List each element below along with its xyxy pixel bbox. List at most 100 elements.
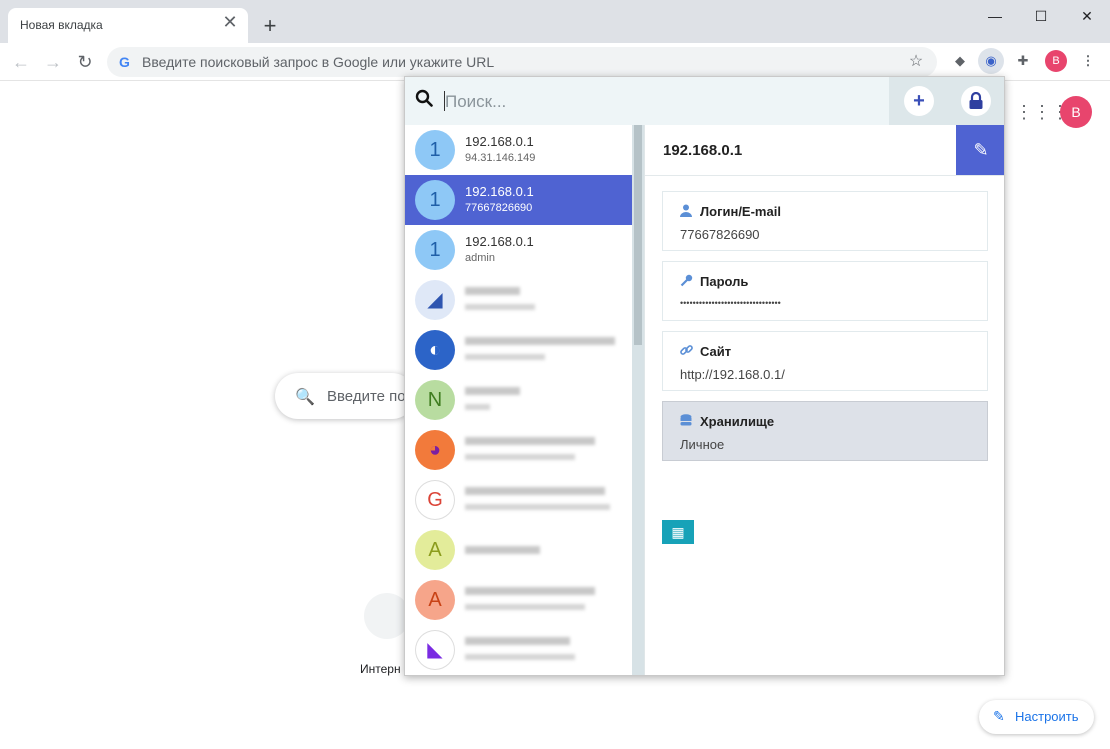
google-logo-icon: G [415,480,455,520]
blurred-title [465,287,520,295]
vault-item-list: 1 192.168.0.1 94.31.146.149 1 192.168.0.… [405,125,632,675]
item-title: 192.168.0.1 [465,134,534,149]
extensions-puzzle-icon[interactable]: ✚ [1010,48,1036,74]
database-icon [680,414,694,430]
item-letter-icon: A [415,580,455,620]
customize-button[interactable]: ✎ Настроить [979,700,1094,734]
user-icon [680,204,694,220]
google-search-box[interactable]: 🔍 Введите пои [275,373,415,419]
close-tab-icon[interactable]: ✕ [220,12,240,32]
title-bar: Новая вкладка ✕ + — ☐ ✕ [0,0,1110,43]
maximize-button[interactable]: ☐ [1018,0,1064,32]
edit-button[interactable]: ✎ [956,125,1004,175]
blurred-subtitle [465,304,535,310]
item-letter-icon: N [415,380,455,420]
blurred-subtitle [465,654,575,660]
list-item[interactable]: A [405,575,632,625]
profile-avatar-small[interactable]: B [1045,50,1067,72]
item-subtitle: 77667826690 [465,202,533,214]
vault-label: Хранилище [700,414,775,429]
lock-button[interactable] [961,86,991,116]
link-icon [680,344,694,360]
list-item[interactable]: N [405,375,632,425]
customize-label: Настроить [1015,709,1079,724]
item-subtitle: 94.31.146.149 [465,152,536,164]
blurred-title [465,487,605,495]
detail-title: 192.168.0.1 [663,142,743,159]
shortcut-label: Интерн [360,662,401,676]
site-label: Сайт [700,344,732,359]
item-subtitle: admin [465,252,495,264]
item-logo-icon: ◐ [415,330,455,370]
item-logo-icon: ◢ [415,280,455,320]
key-icon [680,274,694,290]
blurred-subtitle [465,604,585,610]
list-item-selected[interactable]: 1 192.168.0.1 77667826690 [405,175,632,225]
popup-search-input[interactable] [443,89,867,115]
item-letter-icon: 1 [415,230,455,270]
forward-button[interactable]: → [40,49,66,75]
address-placeholder: Введите поисковый запрос в Google или ук… [142,54,495,70]
item-letter-icon: 1 [415,180,455,220]
item-logo-icon: ◣ [415,630,455,670]
list-item[interactable]: ◐ [405,325,632,375]
list-item[interactable]: 1 192.168.0.1 94.31.146.149 [405,125,632,175]
back-button[interactable]: ← [8,49,34,75]
google-search-placeholder: Введите пои [327,388,415,405]
search-icon [415,89,435,109]
item-detail-panel: 192.168.0.1 ✎ Логин/E-mail 77667826690 П… [644,125,1004,675]
list-item[interactable]: G [405,475,632,525]
tab-new-tab[interactable]: Новая вкладка ✕ [8,8,248,43]
text-cursor [444,91,445,111]
login-value: 77667826690 [680,227,760,242]
tab-title: Новая вкладка [20,18,103,32]
minimize-button[interactable]: — [972,0,1018,32]
scrollbar-thumb[interactable] [634,125,642,345]
login-label: Логин/E-mail [700,204,781,219]
google-g-icon: G [119,54,130,70]
google-apps-icon[interactable]: ⋮⋮⋮ [1015,100,1069,124]
blurred-title [465,637,570,645]
blurred-title [465,546,540,554]
item-title: 192.168.0.1 [465,184,534,199]
address-bar[interactable]: G Введите поисковый запрос в Google или … [107,47,937,77]
pencil-icon: ✎ [993,708,1005,724]
blurred-title [465,337,615,345]
list-item[interactable]: 1 192.168.0.1 admin [405,225,632,275]
blurred-title [465,587,595,595]
qr-code-button[interactable]: ▦ [662,520,694,544]
vault-field[interactable]: Хранилище Личное [662,401,988,461]
password-manager-extension-icon[interactable]: ◉ [978,48,1004,74]
browser-menu-icon[interactable]: ⋮ [1075,48,1101,74]
item-letter-icon: A [415,530,455,570]
popup-search-bar [405,77,889,125]
item-letter-icon: 1 [415,130,455,170]
password-label: Пароль [700,274,749,289]
list-item[interactable]: A [405,525,632,575]
bookmark-star-icon[interactable]: ☆ [905,51,927,73]
password-field[interactable]: Пароль •••••••••••••••••••••••••••••••• [662,261,988,321]
ublock-extension-icon[interactable]: ◆ [947,48,973,74]
list-item[interactable]: ◕ [405,425,632,475]
site-field[interactable]: Сайт http://192.168.0.1/ [662,331,988,391]
list-scrollbar[interactable] [632,125,644,675]
site-value: http://192.168.0.1/ [680,367,785,382]
password-manager-popup: + 1 192.168.0.1 94.31.146.149 1 192.168.… [404,76,1005,676]
vault-value: Личное [680,437,725,452]
blurred-subtitle [465,504,610,510]
detail-header: 192.168.0.1 ✎ [645,125,1004,176]
blurred-title [465,437,595,445]
add-item-button[interactable]: + [904,86,934,116]
profile-avatar[interactable]: B [1060,96,1092,128]
item-title: 192.168.0.1 [465,234,534,249]
new-tab-button[interactable]: + [258,14,282,38]
list-item[interactable]: ◣ [405,625,632,675]
blurred-subtitle [465,454,575,460]
password-value: •••••••••••••••••••••••••••••••• [680,298,781,308]
close-window-button[interactable]: ✕ [1064,0,1110,32]
login-field[interactable]: Логин/E-mail 77667826690 [662,191,988,251]
blurred-subtitle [465,354,545,360]
reload-button[interactable]: ↻ [72,49,98,75]
blurred-title [465,387,520,395]
list-item[interactable]: ◢ [405,275,632,325]
